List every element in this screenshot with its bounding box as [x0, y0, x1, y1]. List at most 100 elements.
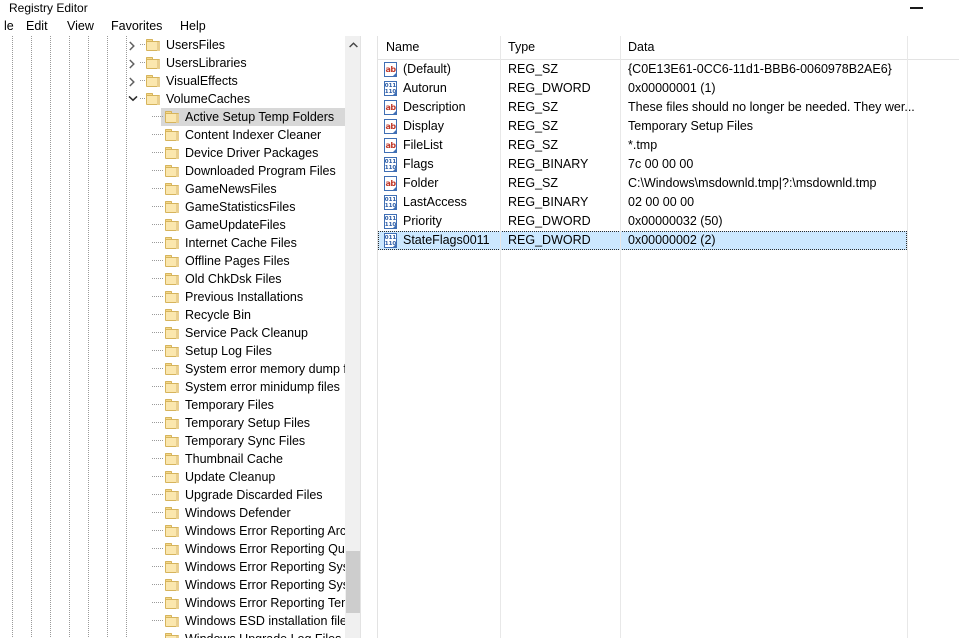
scrollbar-thumb[interactable] — [346, 551, 361, 613]
folder-icon — [146, 39, 161, 51]
tree-item[interactable]: Recycle Bin — [0, 306, 345, 324]
tree-item[interactable]: Offline Pages Files — [0, 252, 345, 270]
tree-item[interactable]: Old ChkDsk Files — [0, 270, 345, 288]
menu-item-le[interactable]: le — [2, 17, 16, 36]
tree-item-label: VisualEffects — [166, 72, 238, 90]
tree-item[interactable]: Windows Error Reporting System — [0, 576, 345, 594]
chevron-down-icon[interactable] — [124, 90, 140, 108]
tree-item[interactable]: VisualEffects — [0, 72, 345, 90]
tree-item[interactable]: Windows Upgrade Log Files — [0, 630, 345, 638]
tree-connector-line — [140, 44, 145, 45]
tree-item[interactable]: Content Indexer Cleaner — [0, 126, 345, 144]
tree-item-label: Offline Pages Files — [185, 252, 290, 270]
tree-vertical-scrollbar[interactable] — [345, 36, 360, 638]
client-area: UsersFilesUsersLibrariesVisualEffectsVol… — [0, 36, 959, 638]
string-value-icon: ab — [384, 62, 398, 77]
column-divider[interactable] — [907, 36, 908, 638]
tree-item[interactable]: UsersFiles — [0, 36, 345, 54]
tree-item-label: GameUpdateFiles — [185, 216, 286, 234]
value-row[interactable]: 011110PriorityREG_DWORD0x00000032 (50) — [378, 212, 959, 231]
tree-item[interactable]: System error minidump files — [0, 378, 345, 396]
tree-item[interactable]: Upgrade Discarded Files — [0, 486, 345, 504]
value-data-cell: Temporary Setup Files — [628, 117, 958, 136]
folder-icon — [146, 93, 161, 105]
tree-item[interactable]: Active Setup Temp Folders — [0, 108, 345, 126]
string-value-icon: ab — [384, 119, 398, 134]
tree-item[interactable]: UsersLibraries — [0, 54, 345, 72]
tree-item[interactable]: Device Driver Packages — [0, 144, 345, 162]
value-row[interactable]: abDisplayREG_SZTemporary Setup Files — [378, 117, 959, 136]
column-header-data[interactable]: Data — [620, 36, 907, 59]
menu-item-favorites[interactable]: Favorites — [109, 17, 164, 36]
chevron-right-icon[interactable] — [124, 36, 140, 54]
value-row[interactable]: 011110AutorunREG_DWORD0x00000001 (1) — [378, 79, 959, 98]
tree-item[interactable]: Temporary Setup Files — [0, 414, 345, 432]
folder-icon — [165, 147, 180, 159]
folder-icon — [165, 489, 180, 501]
tree-item-label: Windows Defender — [185, 504, 291, 522]
tree-connector-line — [152, 206, 163, 207]
tree-item[interactable]: GameNewsFiles — [0, 180, 345, 198]
tree-item-label: Windows Error Reporting Temp F — [185, 594, 360, 612]
value-row[interactable]: abFileListREG_SZ*.tmp — [378, 136, 959, 155]
tree-connector-line — [140, 98, 145, 99]
tree-item[interactable]: Setup Log Files — [0, 342, 345, 360]
folder-icon — [165, 507, 180, 519]
folder-icon — [165, 615, 180, 627]
tree-item-label: Setup Log Files — [185, 342, 272, 360]
tree-item[interactable]: Windows ESD installation files — [0, 612, 345, 630]
pane-splitter[interactable] — [360, 36, 378, 638]
tree-connector-line — [152, 134, 163, 135]
tree-item[interactable]: Temporary Sync Files — [0, 432, 345, 450]
tree-item-label: Windows Upgrade Log Files — [185, 630, 341, 638]
menu-item-view[interactable]: View — [65, 17, 96, 36]
tree-item[interactable]: System error memory dump files — [0, 360, 345, 378]
tree-item[interactable]: GameUpdateFiles — [0, 216, 345, 234]
folder-icon — [165, 471, 180, 483]
column-divider[interactable] — [500, 36, 501, 638]
folder-icon — [165, 129, 180, 141]
registry-tree-pane[interactable]: UsersFilesUsersLibrariesVisualEffectsVol… — [0, 36, 360, 638]
tree-item[interactable]: Windows Error Reporting Temp F — [0, 594, 345, 612]
tree-item[interactable]: Internet Cache Files — [0, 234, 345, 252]
tree-connector-line — [152, 170, 163, 171]
value-row[interactable]: ab(Default)REG_SZ{C0E13E61-0CC6-11d1-BBB… — [378, 60, 959, 79]
tree-item[interactable]: GameStatisticsFiles — [0, 198, 345, 216]
value-type-cell: REG_SZ — [508, 60, 623, 79]
tree-item[interactable]: Previous Installations — [0, 288, 345, 306]
menu-item-edit[interactable]: Edit — [24, 17, 50, 36]
value-data-cell: 0x00000002 (2) — [628, 231, 958, 250]
tree-item[interactable]: Windows Error Reporting Archive — [0, 522, 345, 540]
tree-item[interactable]: Update Cleanup — [0, 468, 345, 486]
scroll-up-button[interactable] — [346, 36, 361, 53]
folder-icon — [146, 57, 161, 69]
column-divider[interactable] — [620, 36, 621, 638]
folder-icon — [165, 309, 180, 321]
registry-values-pane[interactable]: NameTypeData ab(Default)REG_SZ{C0E13E61-… — [378, 36, 959, 638]
minimize-button[interactable] — [895, 0, 941, 17]
tree-item[interactable]: VolumeCaches — [0, 90, 345, 108]
tree-item-label: Windows Error Reporting System — [185, 558, 360, 576]
column-header-type[interactable]: Type — [500, 36, 620, 59]
chevron-right-icon[interactable] — [124, 54, 140, 72]
value-row[interactable]: abDescriptionREG_SZThese files should no… — [378, 98, 959, 117]
value-row[interactable]: 011110StateFlags0011REG_DWORD0x00000002 … — [378, 231, 959, 250]
tree-item[interactable]: Service Pack Cleanup — [0, 324, 345, 342]
tree-item-label: Old ChkDsk Files — [185, 270, 282, 288]
value-type-cell: REG_BINARY — [508, 155, 623, 174]
value-type-cell: REG_SZ — [508, 98, 623, 117]
chevron-right-icon[interactable] — [124, 72, 140, 90]
tree-row-list: UsersFilesUsersLibrariesVisualEffectsVol… — [0, 36, 345, 638]
tree-item[interactable]: Thumbnail Cache — [0, 450, 345, 468]
value-row[interactable]: 011110LastAccessREG_BINARY02 00 00 00 — [378, 193, 959, 212]
tree-item[interactable]: Downloaded Program Files — [0, 162, 345, 180]
tree-item[interactable]: Windows Error Reporting Queue — [0, 540, 345, 558]
tree-item[interactable]: Windows Error Reporting System — [0, 558, 345, 576]
tree-item[interactable]: Windows Defender — [0, 504, 345, 522]
value-row[interactable]: 011110FlagsREG_BINARY7c 00 00 00 — [378, 155, 959, 174]
tree-item[interactable]: Temporary Files — [0, 396, 345, 414]
menu-item-help[interactable]: Help — [178, 17, 208, 36]
tree-item-label: Service Pack Cleanup — [185, 324, 308, 342]
value-row[interactable]: abFolderREG_SZC:\Windows\msdownld.tmp|?:… — [378, 174, 959, 193]
column-header-name[interactable]: Name — [378, 36, 500, 59]
